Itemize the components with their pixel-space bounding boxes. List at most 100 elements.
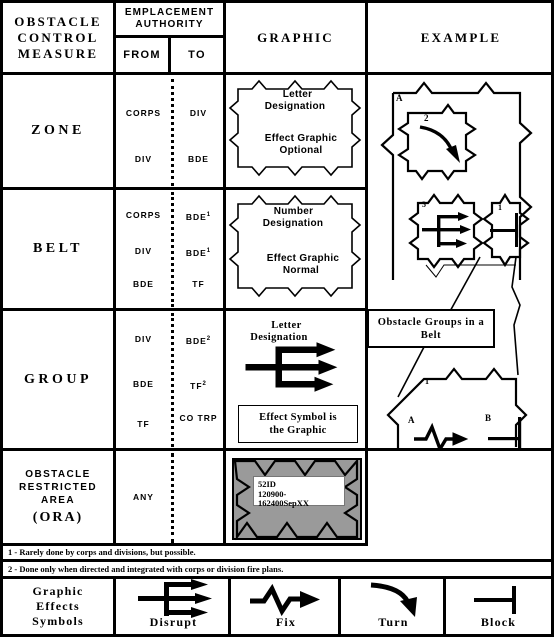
obstacle-control-measure-table: OBSTACLE CONTROL MEASURE EMPLACEMENT AUT…	[0, 0, 554, 637]
zone-to-1: DIV	[189, 108, 208, 118]
zone-from-2: DIV	[134, 154, 153, 164]
authority-cell-ora: ANY	[116, 451, 226, 546]
belt-graphic-text-4: Normal	[282, 265, 320, 276]
belt-to-1-note: 1	[206, 212, 212, 218]
footnote-2-text: 2 - Done only when directed and integrat…	[8, 563, 284, 574]
group-to-1-text: BDE	[185, 335, 207, 346]
row-label-group-text: GROUP	[23, 371, 93, 387]
disrupt-icon	[138, 579, 212, 618]
effect-symbol-fix: Fix	[231, 579, 341, 634]
footnote-2: 2 - Done only when directed and integrat…	[3, 562, 551, 579]
row-label-zone: ZONE	[3, 75, 116, 190]
belt-from-1: CORPS	[125, 210, 162, 220]
belt-from-2: DIV	[134, 246, 153, 256]
disrupt-icon	[245, 342, 338, 392]
group-to-3: CO TRP	[179, 413, 218, 423]
example-cell: A 2 3 1 1 A B Obstacle Groups in a Belt	[368, 75, 551, 451]
example-diagram	[380, 81, 533, 448]
fix-icon	[250, 583, 320, 617]
header-example-label: EXAMPLE	[420, 29, 502, 45]
turn-icon	[370, 582, 417, 617]
row-label-ora-paren: (ORA)	[32, 510, 84, 525]
authority-cell-group: DIV BDE2 BDE TF2 TF CO TRP	[116, 311, 226, 451]
zone-to-2: BDE	[188, 154, 209, 164]
row-label-belt-text: BELT	[32, 241, 84, 256]
belt-to-3: TF	[192, 279, 205, 289]
row-label-group: GROUP	[3, 311, 116, 451]
group-from-3: TF	[137, 419, 150, 429]
header-from-label: FROM	[123, 49, 161, 61]
graphic-cell-ora: 52ID 120900- 162400SepXX	[226, 451, 368, 546]
footnote-1: 1 - Rarely done by corps and divisions, …	[3, 546, 551, 562]
group-to-2: TF2	[171, 379, 226, 391]
row-label-zone-text: ZONE	[31, 123, 85, 138]
row-label-belt: BELT	[3, 190, 116, 311]
zone-graphic-text-2: Designation	[264, 101, 326, 112]
ora-label-line3: 162400SepXX	[258, 498, 310, 508]
zone-graphic-text-4: Optional	[279, 145, 323, 156]
belt-to-1-text: BDE	[185, 211, 207, 222]
belt-graphic-text-1: Number	[273, 206, 314, 217]
footnote-1-text: 1 - Rarely done by corps and divisions, …	[8, 547, 196, 557]
graphic-cell-group: Letter Designation Effect Symbol is the …	[226, 311, 368, 451]
belt-to-1: BDE1	[171, 210, 226, 222]
effect-symbol-disrupt: Disrupt	[116, 579, 231, 634]
group-to-2-note: 2	[202, 381, 207, 387]
belt-to-2: BDE1	[171, 246, 226, 258]
effects-label-line1: Graphic	[32, 584, 84, 598]
zone-graphic-text-1: Letter	[282, 89, 313, 100]
group-effect-box-line2: the Graphic	[269, 425, 327, 436]
row-label-ora: OBSTACLE RESTRICTED AREA (ORA)	[3, 451, 116, 546]
group-to-1-note: 2	[206, 336, 212, 342]
header-authority: EMPLACEMENT AUTHORITY	[116, 3, 226, 38]
group-to-2-text: TF	[190, 380, 203, 391]
group-to-1: BDE2	[171, 334, 226, 346]
header-from: FROM	[116, 38, 171, 75]
group-graphic-text-1: Letter	[271, 320, 302, 331]
authority-divider-ora	[171, 453, 174, 543]
obstacle-groups-callout-text: Obstacle Groups in a Belt	[377, 316, 485, 341]
authority-divider-zone	[171, 79, 174, 186]
effect-label-turn: Turn	[378, 615, 409, 629]
obstacle-groups-callout: Obstacle Groups in a Belt	[368, 309, 495, 348]
header-measure-label: OBSTACLE CONTROL MEASURE	[14, 13, 102, 61]
authority-cell-zone: CORPS DIV DIV BDE	[116, 75, 226, 190]
ora-label-box: 52ID 120900- 162400SepXX	[253, 476, 345, 508]
group-b-label: B	[485, 413, 492, 423]
belt-graphic-text-2: Designation	[262, 218, 324, 229]
header-graphic-label: GRAPHIC	[257, 29, 334, 45]
effect-symbol-block: Block	[446, 579, 551, 634]
belt-example-label: 2	[424, 113, 429, 123]
zone-from-1: CORPS	[125, 108, 162, 118]
group-effect-box-line1: Effect Symbol is	[259, 412, 337, 423]
header-graphic: GRAPHIC	[226, 3, 368, 75]
header-example: EXAMPLE	[368, 3, 551, 75]
effect-symbol-turn: Turn	[341, 579, 446, 634]
ora-from-1: ANY	[133, 492, 154, 502]
group-belt-label: 1	[425, 377, 429, 386]
graphic-cell-belt: Number Designation Effect Graphic Normal	[226, 190, 368, 311]
effects-label-line3: Symbols	[32, 614, 84, 628]
zone-graphic-text-3: Effect Graphic	[264, 133, 338, 144]
group-from-2: BDE	[133, 379, 154, 389]
belt-to-2-note: 1	[206, 248, 212, 254]
zone-example-label: A	[396, 93, 403, 103]
authority-cell-belt: CORPS BDE1 DIV BDE1 BDE TF	[116, 190, 226, 311]
belt-group-right-label: 1	[498, 203, 502, 212]
row-label-ora-text: OBSTACLE RESTRICTED AREA	[19, 469, 97, 506]
group-from-1: DIV	[134, 334, 153, 344]
group-effect-box: Effect Symbol is the Graphic	[238, 405, 358, 443]
header-authority-label: EMPLACEMENT AUTHORITY	[124, 7, 215, 30]
belt-graphic-text-3: Effect Graphic	[266, 253, 340, 264]
effect-label-block: Block	[480, 615, 517, 629]
belt-group-left-label: 3	[422, 200, 426, 209]
belt-to-2-text: BDE	[185, 247, 207, 258]
graphic-cell-zone: Letter Designation Effect Graphic Option…	[226, 75, 368, 190]
effect-label-fix: Fix	[275, 615, 297, 629]
block-icon	[474, 586, 516, 614]
group-a-label: A	[408, 415, 415, 425]
effect-label-disrupt: Disrupt	[149, 615, 198, 629]
header-measure: OBSTACLE CONTROL MEASURE	[3, 3, 116, 75]
effects-row-label: Graphic Effects Symbols	[3, 579, 116, 634]
effects-label-line2: Effects	[36, 599, 80, 613]
